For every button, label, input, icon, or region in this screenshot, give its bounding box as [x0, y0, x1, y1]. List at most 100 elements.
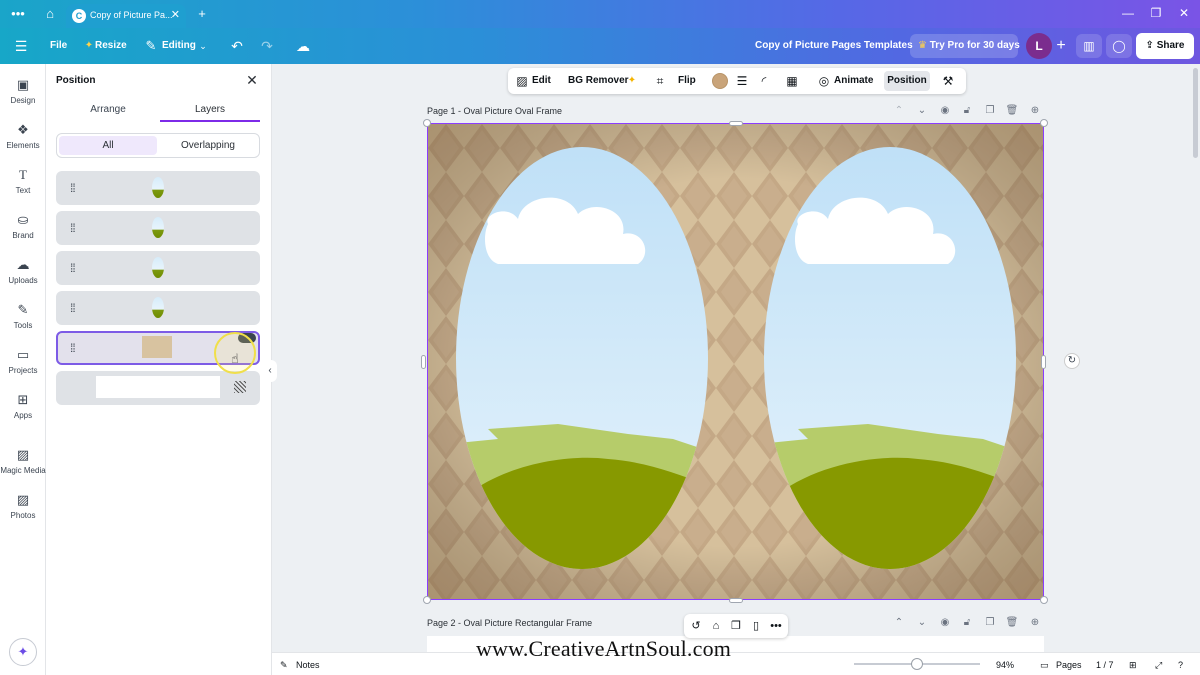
position-button[interactable]: Position	[884, 71, 930, 91]
rail-item-brand[interactable]: ⛀ Brand	[0, 211, 46, 251]
notes-button[interactable]: Notes	[296, 657, 320, 673]
duplicate-icon[interactable]: ❐	[983, 105, 997, 116]
page-1-title[interactable]: Page 1 - Oval Picture Oval Frame	[427, 106, 562, 116]
avatar[interactable]: L	[1026, 33, 1052, 59]
drag-handle-icon[interactable]: ⁞⁞	[70, 221, 76, 235]
rail-item-magic-media[interactable]: ▨ Magic Media	[0, 446, 46, 486]
rail-item-photos[interactable]: ▨ Photos	[0, 491, 46, 531]
eye-icon[interactable]: ◉	[938, 105, 952, 116]
rail-item-text[interactable]: T Text	[0, 166, 46, 206]
chevron-down-icon[interactable]: ⌄	[194, 37, 212, 55]
page-2-title[interactable]: Page 2 - Oval Picture Rectangular Frame	[427, 618, 592, 628]
rail-item-elements[interactable]: ❖ Elements	[0, 121, 46, 161]
chevron-down-icon[interactable]: ⌄	[915, 617, 929, 628]
drag-handle-icon[interactable]: ⁞⁞	[70, 341, 76, 355]
minimize-icon[interactable]: —	[1118, 6, 1138, 20]
try-pro-button[interactable]: ♛ Try Pro for 30 days	[910, 34, 1020, 58]
resize-button[interactable]: Resize	[95, 28, 127, 64]
resize-handle-top-right[interactable]	[1040, 119, 1048, 127]
home-icon[interactable]: ⌂	[40, 6, 60, 22]
transparency-icon[interactable]: ▦	[784, 73, 800, 89]
maximize-icon[interactable]: ❐	[1146, 6, 1166, 20]
document-title[interactable]: Copy of Picture Pages Templates	[755, 28, 913, 64]
layer-item[interactable]: ⁞⁞	[56, 171, 260, 205]
duplicate-icon[interactable]: ❐	[728, 618, 744, 634]
corner-rounding-icon[interactable]: ◜	[756, 73, 772, 89]
rail-item-tools[interactable]: ✎ Tools	[0, 301, 46, 341]
crop-icon[interactable]: ⌗	[652, 73, 668, 89]
tab-layers[interactable]: Layers	[160, 100, 260, 122]
bg-remover-button[interactable]: BG Remover	[568, 68, 629, 94]
resize-handle-top[interactable]	[729, 121, 743, 126]
layer-item[interactable]: ⁞⁞	[56, 211, 260, 245]
magic-assistant-button[interactable]: ✦	[9, 638, 37, 666]
collapse-panel-button[interactable]: ‹	[263, 360, 277, 382]
undo-icon[interactable]: ↶	[228, 37, 246, 55]
trash-icon[interactable]: 🗑︎	[1005, 617, 1019, 628]
drag-handle-icon[interactable]: ⁞⁞	[70, 301, 76, 315]
chevron-up-icon[interactable]: ⌃	[892, 617, 906, 628]
resize-handle-left[interactable]	[421, 355, 426, 369]
fill-color-swatch[interactable]	[712, 73, 728, 89]
close-icon[interactable]: ✕	[244, 72, 260, 88]
eye-icon[interactable]: ◉	[938, 617, 952, 628]
rail-item-design[interactable]: ▣ Design	[0, 76, 46, 116]
browser-tab[interactable]: C Copy of Picture Pa... ✕	[66, 4, 186, 28]
tab-arrange[interactable]: Arrange	[58, 100, 158, 122]
rail-item-projects[interactable]: ▭ Projects	[0, 346, 46, 386]
chevron-up-icon[interactable]: ⌃	[892, 105, 906, 116]
canvas-scrollbar[interactable]	[1193, 68, 1198, 158]
more-icon[interactable]: •••	[768, 618, 784, 634]
grid-view-icon[interactable]: ⊞	[1129, 657, 1137, 673]
layer-item[interactable]: ⁞⁞	[56, 291, 260, 325]
resize-handle-bottom-right[interactable]	[1040, 596, 1048, 604]
lock-icon[interactable]: 🔓︎	[960, 617, 974, 628]
rail-item-uploads[interactable]: ☁ Uploads	[0, 256, 46, 296]
flip-button[interactable]: Flip	[678, 68, 696, 94]
zoom-percent[interactable]: 94%	[996, 657, 1014, 673]
animate-button[interactable]: Animate	[834, 68, 873, 94]
file-menu[interactable]: File	[50, 28, 67, 64]
close-icon[interactable]: ✕	[171, 8, 180, 21]
window-close-icon[interactable]: ✕	[1174, 6, 1194, 20]
layer-item[interactable]: ⁞⁞	[56, 251, 260, 285]
fullscreen-icon[interactable]: ⤢	[1155, 657, 1162, 673]
rail-item-apps[interactable]: ⊞ Apps	[0, 391, 46, 431]
comment-add-icon[interactable]: ↺	[688, 618, 704, 634]
cloud-save-icon[interactable]: ☁	[294, 37, 312, 55]
zoom-slider-handle[interactable]	[911, 658, 923, 670]
duplicate-icon[interactable]: ❐	[983, 617, 997, 628]
lock-icon[interactable]: 🔓︎	[960, 105, 974, 116]
resize-handle-bottom-left[interactable]	[423, 596, 431, 604]
redo-icon[interactable]: ↷	[258, 37, 276, 55]
editing-mode-button[interactable]: Editing	[162, 28, 196, 64]
page-1-canvas[interactable]	[427, 123, 1044, 600]
border-style-icon[interactable]: ☰	[734, 73, 750, 89]
add-collaborator-button[interactable]: +	[1050, 34, 1072, 58]
trash-icon[interactable]: ▯	[748, 618, 764, 634]
resize-handle-right[interactable]	[1041, 355, 1046, 369]
resize-handle-top-left[interactable]	[423, 119, 431, 127]
filter-all[interactable]: All	[59, 136, 157, 155]
filter-overlapping[interactable]: Overlapping	[159, 136, 257, 155]
chevron-down-icon[interactable]: ⌄	[915, 105, 929, 116]
lock-icon[interactable]: ⌂	[708, 618, 724, 634]
paint-roller-icon[interactable]: ⚒	[940, 73, 956, 89]
drag-handle-icon[interactable]: ⁞⁞	[70, 181, 76, 195]
comments-button[interactable]: ◯	[1106, 34, 1132, 58]
pages-button[interactable]: Pages	[1056, 657, 1082, 673]
trash-icon[interactable]: 🗑︎	[1005, 105, 1019, 116]
add-page-icon[interactable]: ⊕	[1028, 617, 1042, 628]
share-button[interactable]: ⇪ Share	[1136, 33, 1194, 59]
more-icon[interactable]: •••	[8, 6, 28, 22]
resize-handle-bottom[interactable]	[729, 598, 743, 603]
insights-button[interactable]: ▥	[1076, 34, 1102, 58]
new-tab-icon[interactable]: +	[192, 6, 212, 22]
layer-item[interactable]	[56, 371, 260, 405]
help-icon[interactable]: ?	[1178, 657, 1183, 673]
rotate-handle-icon[interactable]: ↻	[1064, 353, 1080, 369]
drag-handle-icon[interactable]: ⁞⁞	[70, 261, 76, 275]
hamburger-menu-icon[interactable]: ☰	[12, 37, 30, 55]
edit-button[interactable]: Edit	[532, 68, 551, 94]
add-page-icon[interactable]: ⊕	[1028, 105, 1042, 116]
